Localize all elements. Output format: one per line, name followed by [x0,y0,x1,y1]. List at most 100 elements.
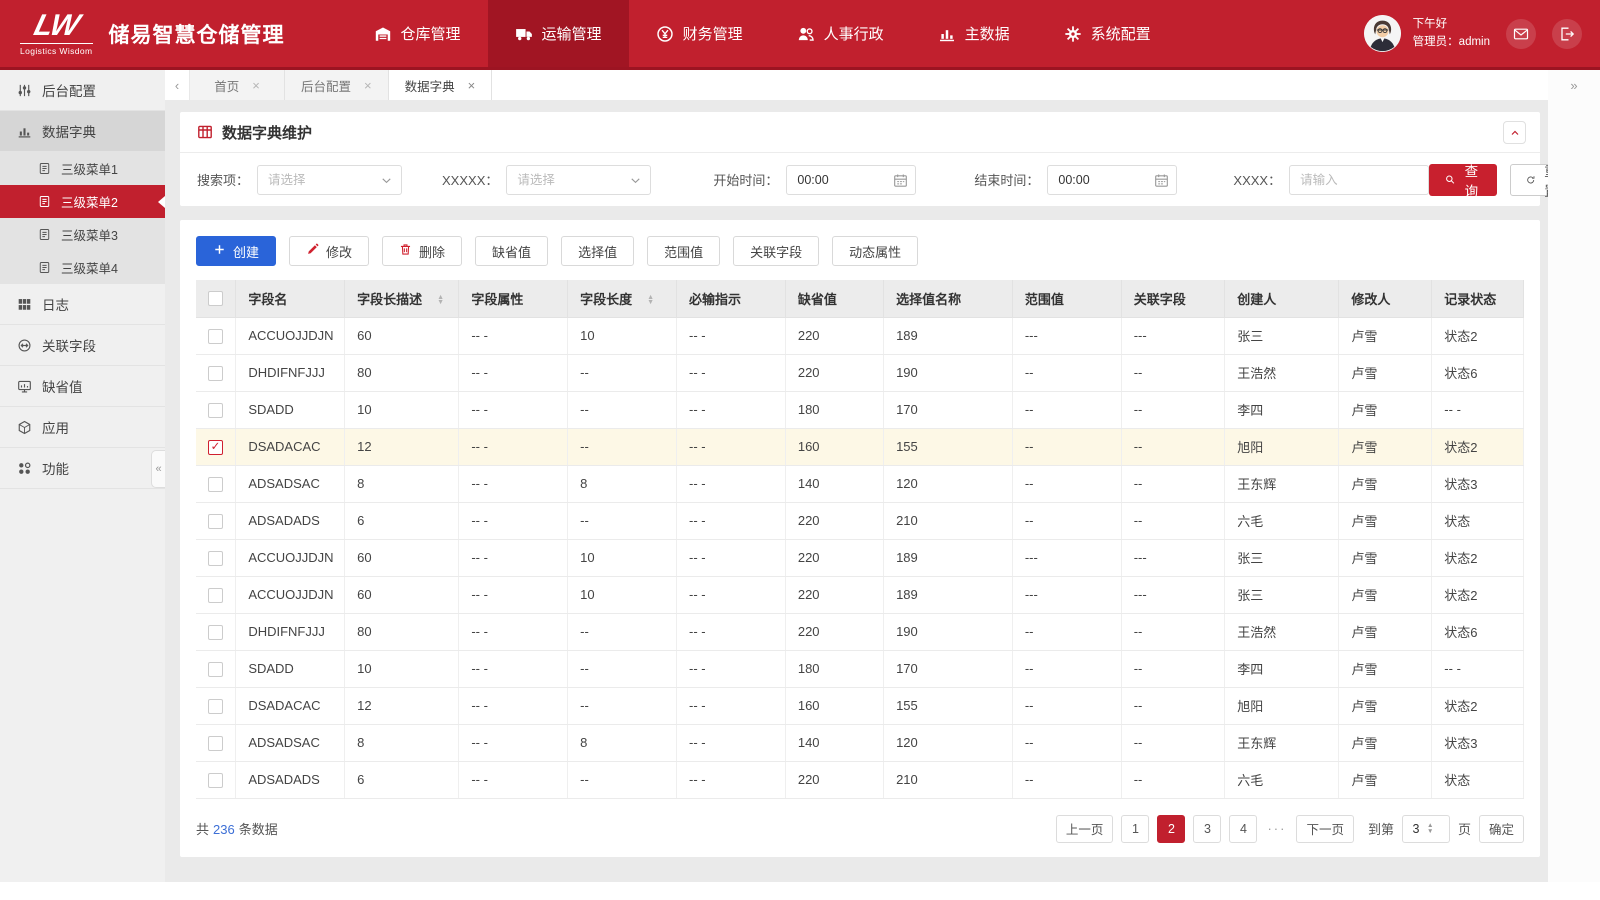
calendar-icon[interactable] [1154,173,1169,191]
sidebar-item-data-dict[interactable]: 数据字典 [0,111,165,152]
nav-item-warehouse[interactable]: 仓库管理 [347,0,488,67]
page-button-2[interactable]: 2 [1157,814,1186,843]
default-value-button[interactable]: 缺省值 [475,236,549,266]
create-button[interactable]: 创建 [196,236,277,266]
query-button[interactable]: 查询 [1429,163,1497,199]
tab-backend-config[interactable]: 后台配置 × [285,70,389,100]
cell-select_name: 189 [883,576,1013,614]
modify-button[interactable]: 修改 [289,236,370,266]
avatar[interactable] [1363,15,1401,52]
page-button-4[interactable]: 4 [1229,814,1258,843]
avatar-image [1363,15,1401,52]
cell-name: DSADACAC [235,428,346,466]
search-item-select[interactable] [257,164,403,195]
cell-modifier: 卢雪 [1338,317,1433,355]
row-checkbox[interactable] [208,402,224,418]
sort-control[interactable]: ▲ ▼ [647,294,654,306]
end-time-picker[interactable] [1047,164,1178,195]
sidebar-item-backend-config[interactable]: 后台配置 [0,70,165,111]
nav-item-finance[interactable]: 财务管理 [629,0,770,67]
row-checkbox[interactable] [208,513,224,529]
row-checkbox[interactable] [208,328,224,344]
row-checkbox[interactable] [208,624,224,640]
next-page-button[interactable]: 下一页 [1296,814,1354,843]
select-all-checkbox[interactable] [208,291,224,307]
related-field-button[interactable]: 关联字段 [733,236,820,266]
sidebar-item-submenu-2[interactable]: 三级菜单2 [0,185,165,218]
confirm-button[interactable]: 确定 [1478,814,1524,843]
nav-item-hr[interactable]: 人事行政 [770,0,911,67]
goto-page-field[interactable]: ▲▼ [1401,814,1450,843]
sort-control[interactable]: ▲ ▼ [437,294,444,306]
page-title: 数据字典维护 [222,124,313,142]
xxxx-input[interactable] [1290,165,1429,194]
cell-default_val: 220 [785,502,885,540]
row-checkbox[interactable] [208,698,224,714]
sidebar-item-label: 关联字段 [42,339,96,354]
reset-button[interactable]: 重置 [1509,163,1548,199]
cell-default_val: 160 [785,687,885,725]
sidebar-item-submenu-1[interactable]: 三级菜单1 [0,152,165,185]
tab-home[interactable]: 首页 × [190,70,285,100]
sidebar-item-submenu-3[interactable]: 三级菜单3 [0,218,165,251]
row-checkbox[interactable] [208,735,224,751]
goto-page-input[interactable] [1404,821,1427,836]
sidebar-item-default-values[interactable]: 缺省值 [0,366,165,407]
tab-data-dict[interactable]: 数据字典 × [388,70,493,100]
cell-range_val: -- [1012,502,1122,540]
logout-button[interactable] [1552,18,1582,49]
toolbar-button-label: 关联字段 [750,244,803,260]
row-checkbox[interactable] [208,772,224,788]
sidebar-item-functions[interactable]: 功能 [0,448,165,489]
logo-subtitle: Logistics Wisdom [20,43,93,56]
page-spinner[interactable]: ▲ ▼ [1427,823,1433,834]
action-toolbar: 创建 修改 删除 缺省值 选择值 范围值 关联字段 动态属性 [196,236,1524,266]
xxxx-field[interactable] [1289,164,1430,195]
nav-item-masterdata[interactable]: 主数据 [911,0,1037,67]
select-value-button[interactable]: 选择值 [561,236,635,266]
close-tab-icon[interactable]: × [364,79,372,92]
nav-item-transport[interactable]: 运输管理 [487,0,629,67]
close-tab-icon[interactable]: × [468,79,476,92]
cell-modifier: 卢雪 [1338,539,1433,577]
panel-collapse-button[interactable] [1503,121,1526,144]
dynamic-attr-button[interactable]: 动态属性 [832,236,919,266]
table-row: ADSADSAC 8 -- -8 -- -140 120 -- -- 王东辉 卢雪 状态3 [196,724,1524,762]
row-checkbox[interactable] [208,587,224,603]
tab-scroll-right[interactable]: » [1548,70,1600,100]
prev-page-button[interactable]: 上一页 [1055,814,1114,843]
row-checkbox[interactable] [208,439,224,455]
cell-related: -- [1121,687,1226,725]
tab-scroll-left[interactable]: ‹ [165,70,190,100]
mail-button[interactable] [1506,18,1536,49]
cell-len_desc: 80 [344,613,460,651]
row-checkbox[interactable] [208,476,224,492]
xxxxx-select[interactable] [506,164,652,195]
sidebar-item-logs[interactable]: 日志 [0,284,165,325]
close-tab-icon[interactable]: × [252,79,260,92]
bottom-strip [0,882,1600,900]
delete-button[interactable]: 删除 [382,236,463,266]
sidebar-item-submenu-4[interactable]: 三级菜单4 [0,251,165,284]
cell-modifier: 卢雪 [1338,502,1433,540]
column-label: 修改人 [1351,291,1391,307]
page-button-3[interactable]: 3 [1193,814,1222,843]
row-checkbox[interactable] [208,550,224,566]
cell-status: 状态3 [1431,724,1524,762]
cell-len_desc: 8 [344,724,460,762]
sidebar-collapse-handle[interactable]: « [151,450,165,488]
sidebar-item-related-fields[interactable]: 关联字段 [0,325,165,366]
cell-creator: 王东辉 [1224,724,1340,762]
cell-status: 状态 [1431,502,1524,540]
row-checkbox[interactable] [208,661,224,677]
end-time-group: 结束时间： [974,164,1178,195]
page-button-1[interactable]: 1 [1121,814,1150,843]
sidebar-item-apps[interactable]: 应用 [0,407,165,448]
start-time-picker[interactable] [786,164,917,195]
calendar-icon[interactable] [893,173,908,191]
range-value-button[interactable]: 范围值 [647,236,721,266]
cell-len: 10 [567,539,677,577]
row-checkbox[interactable] [208,365,224,381]
nav-item-sysconfig[interactable]: 系统配置 [1037,0,1178,67]
top-nav: 仓库管理 运输管理 财务管理 人事行政 主数据 系统配置 [347,0,1178,67]
